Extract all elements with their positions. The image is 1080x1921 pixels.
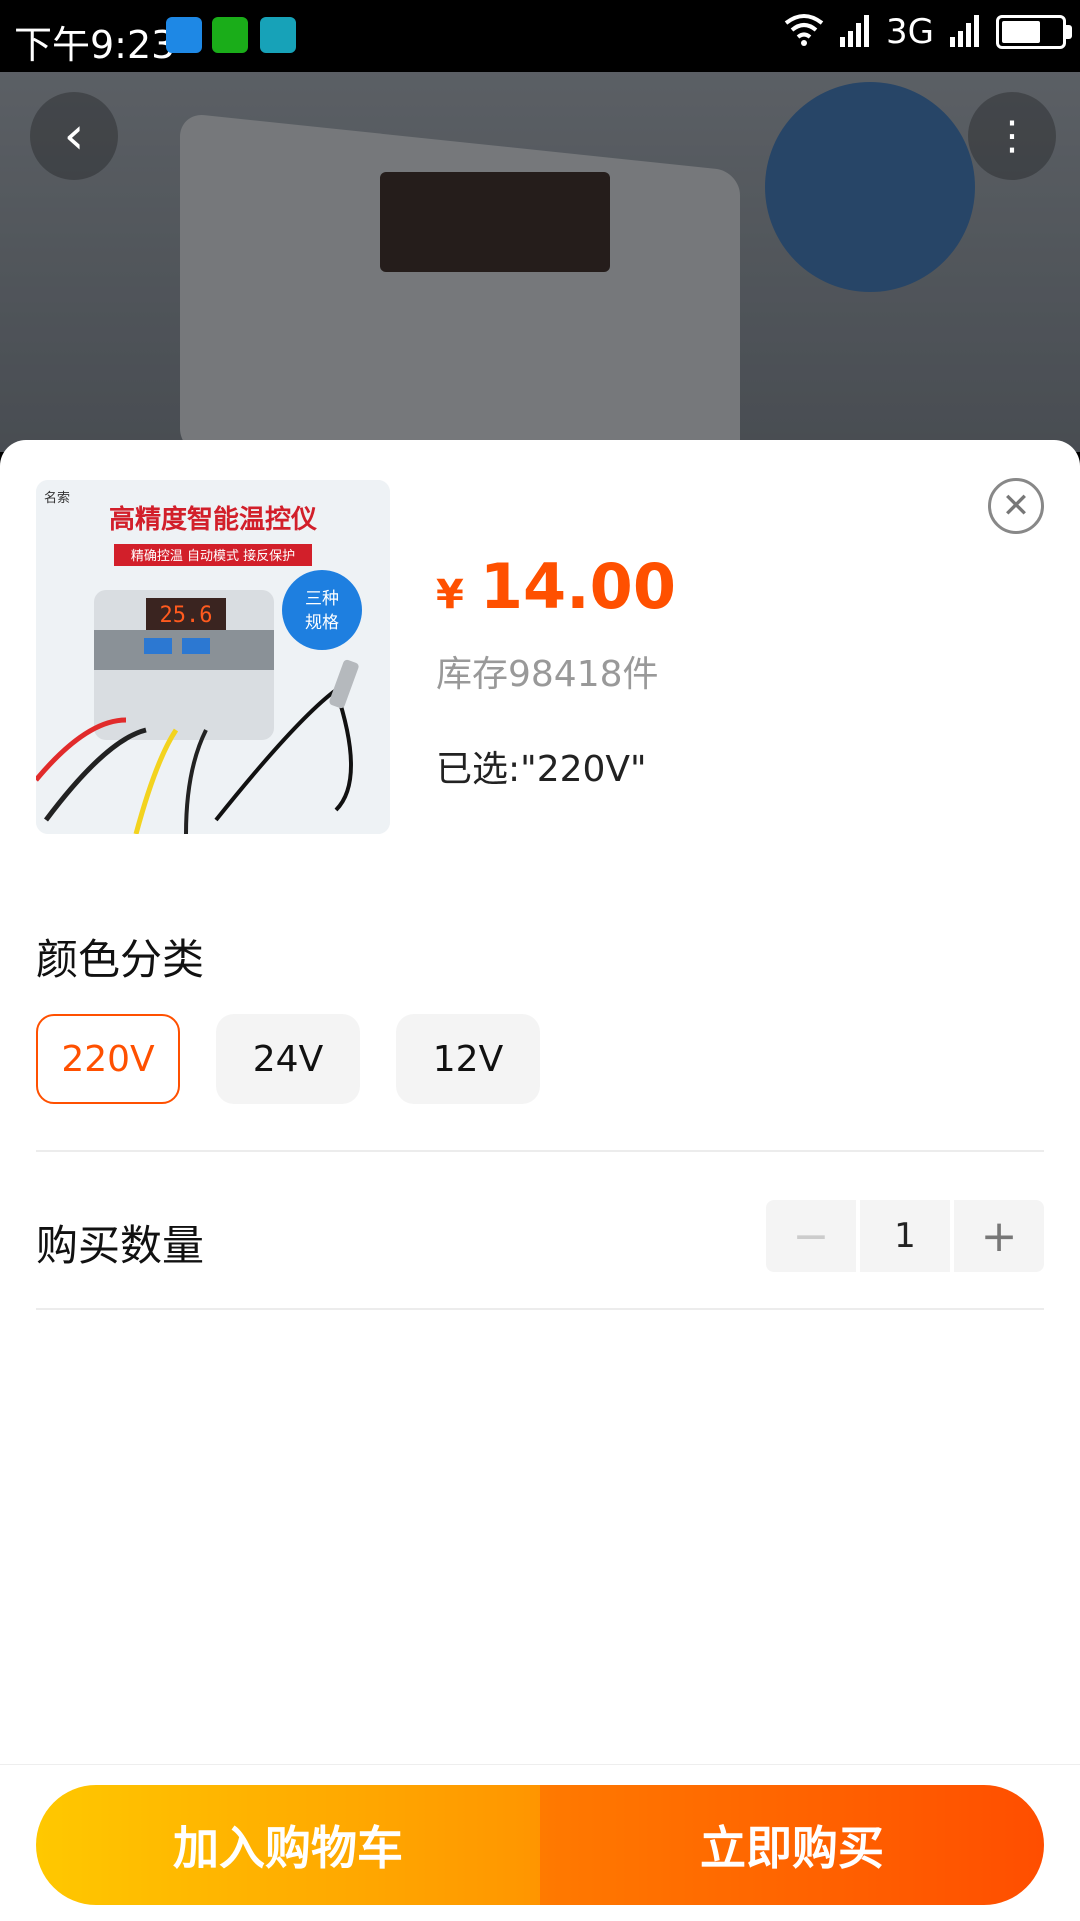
wifi-icon	[784, 13, 824, 51]
sku-options: 220V 24V 12V	[36, 1014, 540, 1104]
dim-overlay	[0, 72, 1080, 452]
quantity-value[interactable]: 1	[860, 1200, 950, 1272]
sku-option-12v[interactable]: 12V	[396, 1014, 540, 1104]
divider	[36, 1150, 1044, 1152]
quantity-stepper: − 1 +	[766, 1200, 1044, 1272]
wechat-icon	[212, 17, 248, 53]
currency-symbol: ¥	[436, 572, 464, 618]
price-value: 14.00	[479, 550, 676, 623]
svg-text:三种: 三种	[305, 589, 339, 609]
status-bar: 下午9:23 3G	[0, 0, 1080, 72]
more-icon[interactable]: ⋮	[968, 92, 1056, 180]
scan-icon	[260, 17, 296, 53]
close-icon[interactable]: ✕	[988, 478, 1044, 534]
stock-text: 库存98418件	[436, 654, 659, 695]
bottom-action-bar: 加入购物车 立即购买	[0, 1764, 1080, 1921]
sku-option-24v[interactable]: 24V	[216, 1014, 360, 1104]
quantity-label: 购买数量	[36, 1221, 205, 1270]
quantity-decrease-button[interactable]: −	[766, 1200, 856, 1272]
add-to-cart-button[interactable]: 加入购物车	[36, 1785, 540, 1905]
status-right: 3G	[784, 12, 1072, 52]
selected-sku-text: 已选:"220V"	[436, 749, 647, 790]
thumb-tagline: 精确控温 自动模式 接反保护	[131, 548, 295, 564]
thumb-brand: 名索	[44, 490, 70, 505]
sku-section-title: 颜色分类	[36, 935, 205, 984]
sku-option-220v[interactable]: 220V	[36, 1014, 180, 1104]
svg-text:规格: 规格	[305, 613, 339, 633]
thumb-display: 25.6	[160, 603, 213, 628]
price-row: ¥ 14.00	[436, 550, 676, 623]
signal-icon	[838, 13, 872, 51]
battery-icon	[996, 15, 1072, 49]
app-notification-icon	[166, 17, 202, 53]
sku-selection-sheet: ✕ 名索 高精度智能温控仪 精确控温 自动模式 接反保护 25.6 三种 规格	[0, 440, 1080, 1921]
product-background: ‹ ⋮	[0, 72, 1080, 452]
status-time: 下午9:23	[14, 23, 176, 67]
product-thumbnail: 名索 高精度智能温控仪 精确控温 自动模式 接反保护 25.6 三种 规格	[36, 480, 390, 834]
back-icon[interactable]: ‹	[30, 92, 118, 180]
buy-now-button[interactable]: 立即购买	[540, 1785, 1044, 1905]
signal-icon-2	[948, 13, 982, 51]
thumb-title: 高精度智能温控仪	[109, 504, 318, 535]
quantity-increase-button[interactable]: +	[954, 1200, 1044, 1272]
divider	[36, 1308, 1044, 1310]
action-buttons: 加入购物车 立即购买	[36, 1785, 1044, 1905]
network-label: 3G	[886, 12, 934, 52]
